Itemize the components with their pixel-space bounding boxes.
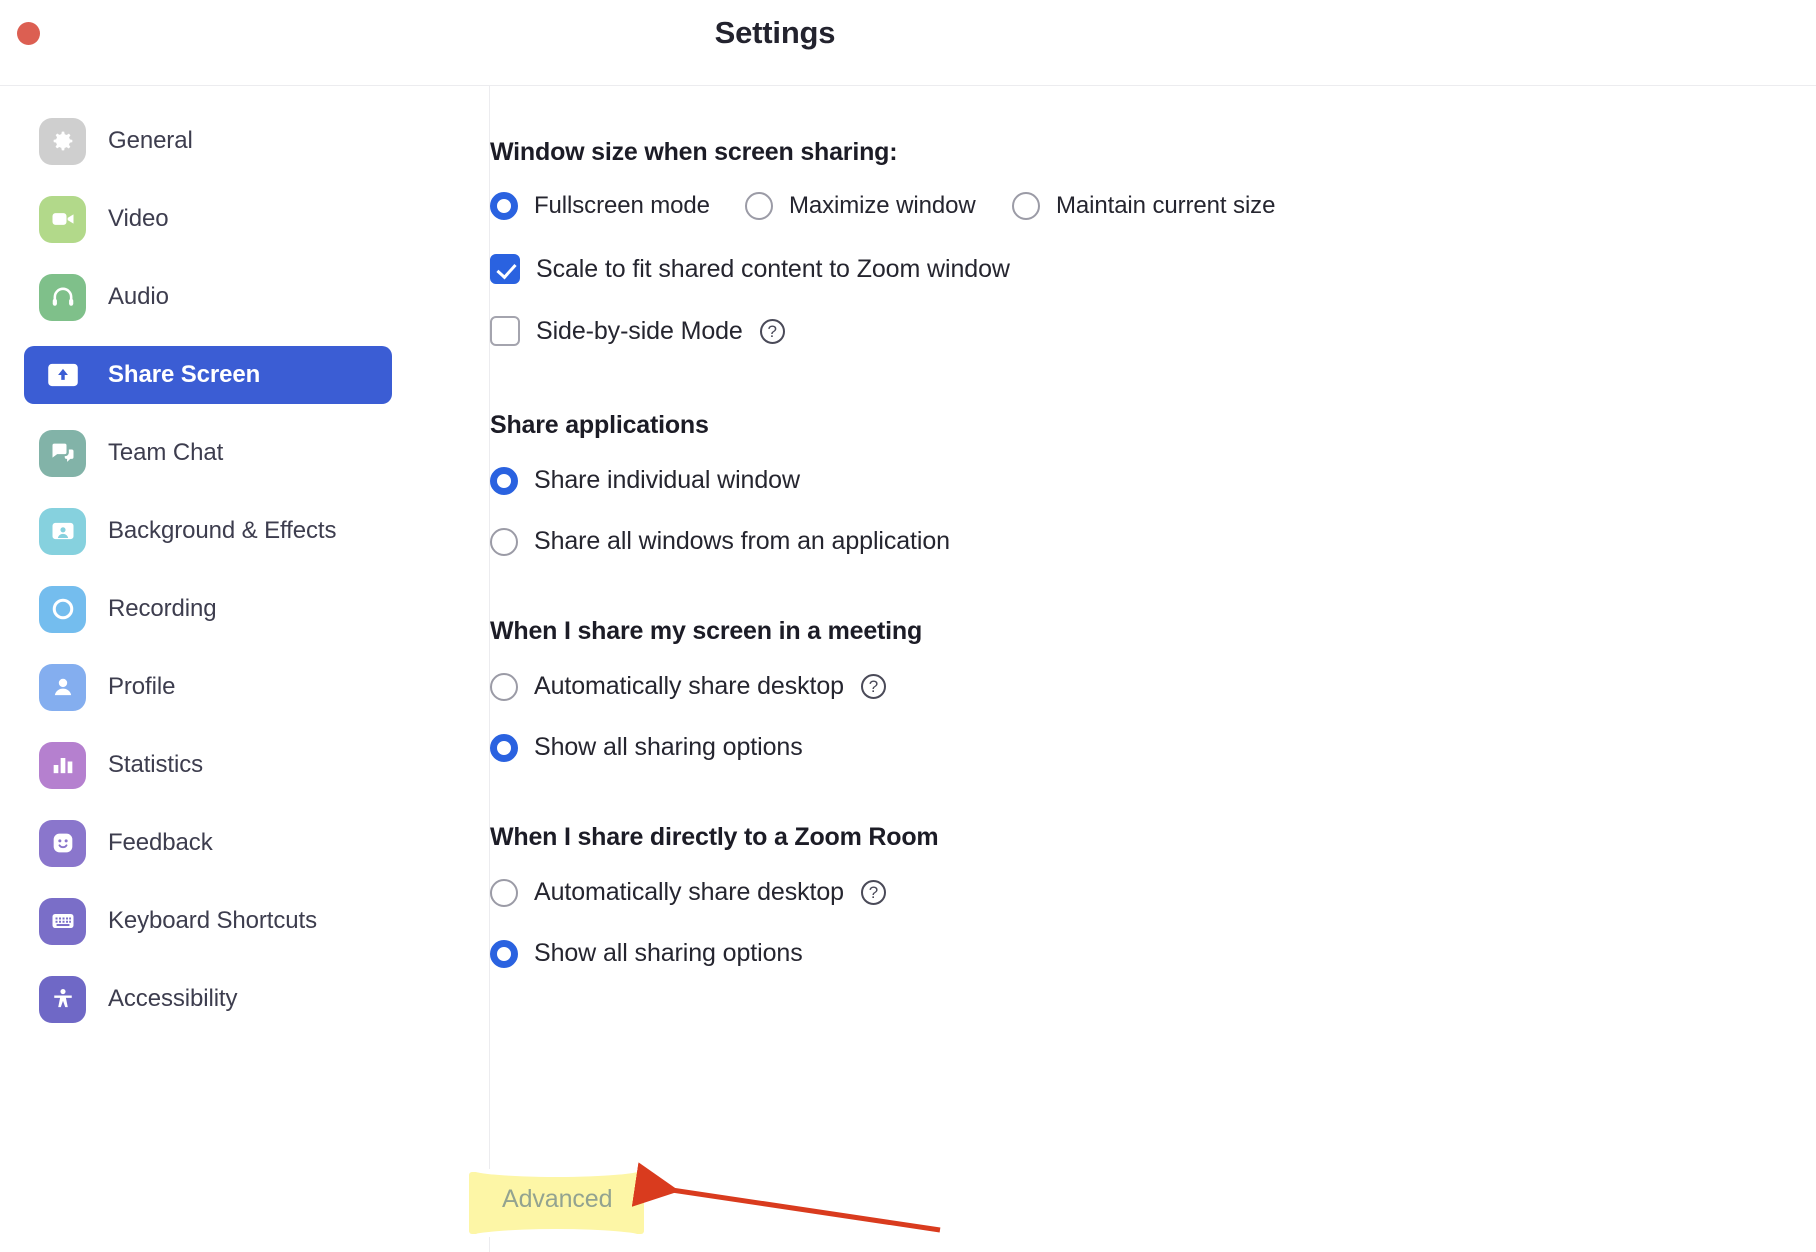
sidebar-item-recording[interactable]: Recording bbox=[24, 580, 392, 638]
sidebar-item-label: Audio bbox=[108, 283, 169, 310]
advanced-button-label: Advanced bbox=[502, 1185, 613, 1213]
person-frame-icon bbox=[39, 507, 86, 555]
sidebar-item-keyboard-shortcuts[interactable]: Keyboard Shortcuts bbox=[24, 892, 392, 950]
bar-chart-icon bbox=[39, 741, 86, 789]
video-camera-icon bbox=[39, 195, 86, 243]
window-size-section-heading: Window size when screen sharing: bbox=[490, 138, 898, 166]
sidebar-item-label: Video bbox=[108, 205, 169, 232]
record-circle-icon bbox=[39, 585, 86, 633]
sidebar-item-label: Recording bbox=[108, 595, 217, 622]
radio-indicator[interactable] bbox=[490, 672, 518, 701]
checkbox-scale-to-fit[interactable]: Scale to fit shared content to Zoom wind… bbox=[490, 254, 1010, 284]
share-zoom-room-section-heading: When I share directly to a Zoom Room bbox=[490, 823, 939, 851]
sidebar-item-label: Profile bbox=[108, 673, 176, 700]
radio-label: Maintain current size bbox=[1056, 192, 1276, 219]
share-applications-section-heading: Share applications bbox=[490, 411, 709, 439]
sidebar-item-statistics[interactable]: Statistics bbox=[24, 736, 392, 794]
smiley-face-icon bbox=[39, 819, 86, 867]
radio-label: Show all sharing options bbox=[534, 733, 803, 761]
sidebar-item-feedback[interactable]: Feedback bbox=[24, 814, 392, 872]
sidebar-item-label: Keyboard Shortcuts bbox=[108, 907, 317, 934]
radio-indicator[interactable] bbox=[490, 466, 518, 495]
sidebar-item-profile[interactable]: Profile bbox=[24, 658, 392, 716]
sidebar-item-label: Background & Effects bbox=[108, 517, 337, 544]
sidebar-item-background-effects[interactable]: Background & Effects bbox=[24, 502, 392, 560]
sidebar-item-label: General bbox=[108, 127, 193, 154]
radio-indicator[interactable] bbox=[490, 192, 518, 220]
radio-meeting-auto-share-desktop[interactable]: Automatically share desktop ? bbox=[490, 672, 886, 701]
radio-zoomroom-show-all-options[interactable]: Show all sharing options bbox=[490, 939, 803, 968]
sidebar-item-general[interactable]: General bbox=[24, 112, 392, 170]
radio-label: Share all windows from an application bbox=[534, 527, 950, 555]
accessibility-icon bbox=[39, 975, 86, 1023]
headphones-icon bbox=[39, 273, 86, 321]
person-icon bbox=[39, 663, 86, 711]
sidebar-item-label: Accessibility bbox=[108, 985, 238, 1012]
sidebar-item-label: Feedback bbox=[108, 829, 213, 856]
sidebar-item-video[interactable]: Video bbox=[24, 190, 392, 248]
radio-label: Share individual window bbox=[534, 466, 800, 494]
settings-sidebar: General Video Audio Share Screen Team Ch… bbox=[0, 86, 490, 1252]
checkbox-side-by-side-mode[interactable]: Side-by-side Mode ? bbox=[490, 316, 785, 346]
radio-share-individual-window[interactable]: Share individual window bbox=[490, 466, 800, 495]
radio-indicator[interactable] bbox=[490, 939, 518, 968]
share-screen-settings-pane: Window size when screen sharing: Fullscr… bbox=[490, 86, 1816, 1252]
sidebar-item-accessibility[interactable]: Accessibility bbox=[24, 970, 392, 1028]
checkbox-label: Scale to fit shared content to Zoom wind… bbox=[536, 254, 1010, 283]
radio-label: Show all sharing options bbox=[534, 939, 803, 967]
annotation-arrow-icon bbox=[631, 1162, 941, 1233]
page-title: Settings bbox=[714, 15, 836, 50]
help-icon[interactable]: ? bbox=[860, 674, 886, 699]
sidebar-item-label: Statistics bbox=[108, 751, 204, 778]
radio-indicator[interactable] bbox=[490, 878, 518, 907]
share-in-meeting-section-heading: When I share my screen in a meeting bbox=[490, 617, 923, 645]
radio-label: Fullscreen mode bbox=[534, 192, 710, 219]
radio-label: Automatically share desktop bbox=[534, 878, 844, 906]
checkbox-label: Side-by-side Mode bbox=[536, 316, 743, 345]
radio-indicator[interactable] bbox=[490, 527, 518, 556]
radio-share-all-windows[interactable]: Share all windows from an application bbox=[490, 527, 950, 556]
settings-window: Settings General Video Audio Share Scree… bbox=[0, 0, 1816, 1252]
checkbox-indicator[interactable] bbox=[490, 254, 520, 284]
radio-label: Automatically share desktop bbox=[534, 672, 844, 700]
radio-maximize-window[interactable]: Maximize window bbox=[745, 192, 976, 220]
radio-indicator[interactable] bbox=[745, 192, 773, 220]
checkbox-indicator[interactable] bbox=[490, 316, 520, 346]
radio-zoomroom-auto-share-desktop[interactable]: Automatically share desktop ? bbox=[490, 878, 886, 907]
radio-maintain-current-size[interactable]: Maintain current size bbox=[1012, 192, 1275, 220]
window-title-bar: Settings bbox=[0, 0, 1816, 86]
chat-bubble-icon bbox=[39, 429, 86, 477]
sidebar-item-label: Share Screen bbox=[108, 361, 261, 388]
radio-fullscreen-mode[interactable]: Fullscreen mode bbox=[490, 192, 710, 220]
radio-meeting-show-all-options[interactable]: Show all sharing options bbox=[490, 733, 803, 762]
sidebar-item-audio[interactable]: Audio bbox=[24, 268, 392, 326]
radio-label: Maximize window bbox=[789, 192, 976, 219]
radio-indicator[interactable] bbox=[490, 733, 518, 762]
gear-icon bbox=[39, 117, 86, 165]
sidebar-item-label: Team Chat bbox=[108, 439, 224, 466]
radio-indicator[interactable] bbox=[1012, 192, 1040, 220]
keyboard-icon bbox=[39, 897, 86, 945]
help-icon[interactable]: ? bbox=[860, 880, 886, 905]
sidebar-item-team-chat[interactable]: Team Chat bbox=[24, 424, 392, 482]
help-icon[interactable]: ? bbox=[759, 318, 785, 344]
sidebar-item-share-screen[interactable]: Share Screen bbox=[24, 346, 392, 404]
share-screen-icon bbox=[39, 352, 86, 399]
